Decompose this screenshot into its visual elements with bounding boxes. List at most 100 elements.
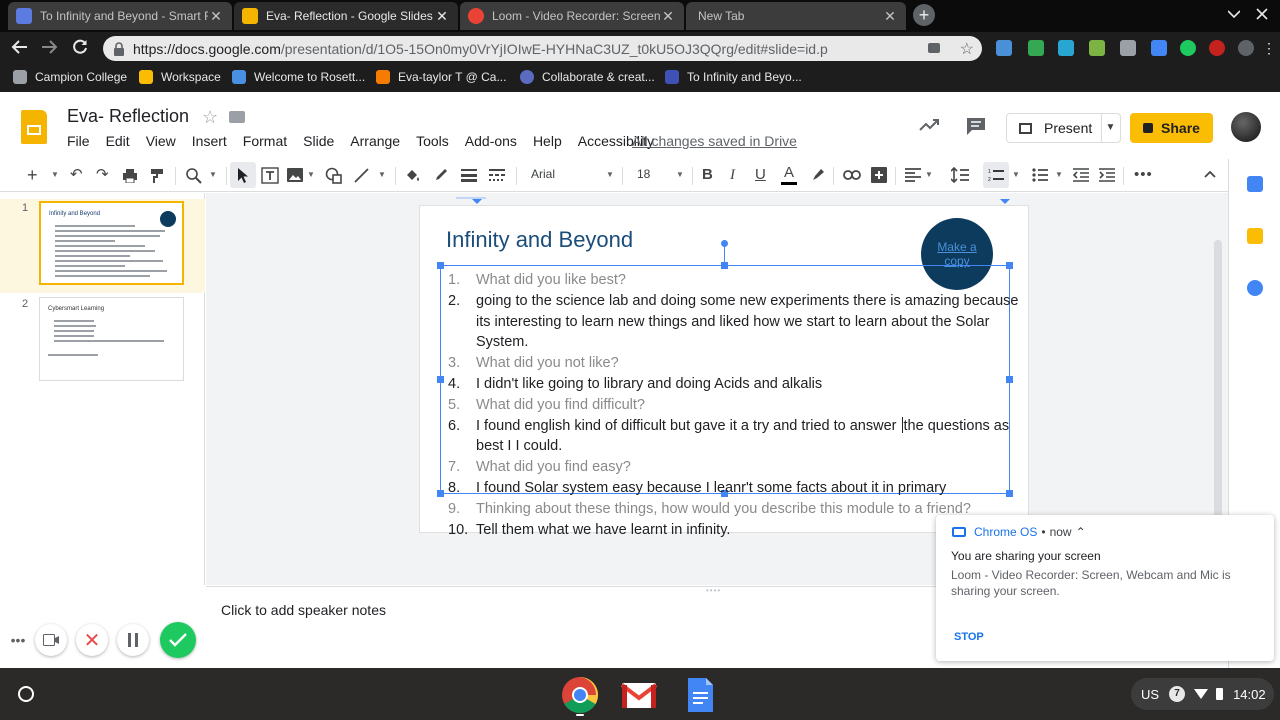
bookmark-workspace[interactable]: Workspace [139,70,221,84]
browser-tab-google-slides[interactable]: Eva- Reflection - Google Slides ✕ [234,2,458,30]
browser-tab-loom[interactable]: Loom - Video Recorder: Screen, ✕ [460,2,684,30]
line-icon[interactable] [354,168,369,183]
gmail-icon[interactable] [620,676,658,714]
menu-view[interactable]: View [146,133,176,149]
align-left-icon[interactable] [905,168,921,182]
font-size-dropdown-icon[interactable]: ▼ [676,170,684,179]
back-arrow-icon[interactable] [10,38,30,58]
menu-slide[interactable]: Slide [303,133,334,149]
menu-help[interactable]: Help [533,133,562,149]
share-button[interactable]: Share [1130,113,1213,143]
extension-icon[interactable] [1028,40,1044,56]
calendar-icon[interactable] [1247,176,1263,192]
loom-extension-icon[interactable] [1180,40,1196,56]
slide-thumbnail-1[interactable]: Infinity and Beyond [39,201,184,285]
minimize-window-icon[interactable] [1228,10,1240,18]
line-spacing-icon[interactable] [951,167,969,183]
profile-icon[interactable] [1238,40,1254,56]
close-tab-icon[interactable]: ✕ [434,8,450,25]
loom-pause-icon[interactable] [117,624,149,656]
speaker-notes-placeholder[interactable]: Click to add speaker notes [221,602,386,618]
zoom-icon[interactable] [186,168,202,184]
close-window-icon[interactable] [1256,8,1268,20]
italic-icon[interactable]: I [730,166,735,184]
zoom-dropdown-icon[interactable]: ▼ [209,170,217,179]
menu-arrange[interactable]: Arrange [350,133,400,149]
browser-tab-new-tab[interactable]: New Tab ✕ [686,2,906,30]
new-slide-plus-icon[interactable]: + [27,166,38,184]
font-family-select[interactable]: Arial [531,167,555,181]
browser-tab-smart-notebook[interactable]: To Infinity and Beyond - Smart F ✕ [8,2,232,30]
bookmark-rosetta[interactable]: Welcome to Rosett... [232,70,365,84]
tasks-icon[interactable] [1247,280,1263,296]
numbered-list-dropdown-icon[interactable]: ▼ [1012,170,1020,179]
status-tray[interactable]: US 7 14:02 [1131,678,1274,710]
bookmark-campion-college[interactable]: Campion College [13,70,127,84]
bulleted-list-dropdown-icon[interactable]: ▼ [1055,170,1063,179]
slide-title[interactable]: Infinity and Beyond [446,227,633,253]
text-box-icon[interactable] [261,167,279,184]
present-button[interactable]: Present [1006,113,1102,143]
slide-thumbnail-2[interactable]: Cybersmart Learning [39,297,184,381]
numbered-list-icon[interactable]: 12 [988,168,1004,182]
extension-icon[interactable] [1151,40,1167,56]
highlight-color-icon[interactable] [810,167,826,183]
bookmark-to-infinity[interactable]: To Infinity and Beyo... [665,70,802,84]
google-slides-logo-icon[interactable] [21,110,47,144]
resize-handle-top-left[interactable] [437,262,444,269]
resize-handle-top[interactable] [721,262,728,269]
stop-sharing-button[interactable]: STOP [954,631,984,643]
loom-delete-recording-icon[interactable]: ✕ [76,624,108,656]
canvas-scrollbar[interactable] [1214,240,1222,530]
menu-tools[interactable]: Tools [416,133,449,149]
google-docs-icon[interactable] [681,676,719,714]
loom-finish-recording-icon[interactable] [160,622,196,658]
present-options-dropdown[interactable]: ▼ [1101,113,1121,143]
browser-menu-icon[interactable]: ⋮ [1262,40,1276,56]
line-dropdown-icon[interactable]: ▼ [378,170,386,179]
new-tab-button[interactable]: + [913,4,935,26]
print-icon[interactable] [122,168,138,183]
shape-icon[interactable] [325,167,342,184]
rotation-handle[interactable] [721,240,728,247]
new-slide-dropdown-icon[interactable]: ▼ [51,170,59,179]
collapse-toolbar-icon[interactable] [1204,170,1216,178]
more-options-icon[interactable]: ••• [1134,166,1153,184]
menu-format[interactable]: Format [243,133,287,149]
forward-arrow-icon[interactable] [39,38,59,58]
address-bar[interactable]: https://docs.google.com/presentation/d/1… [103,36,982,61]
underline-icon[interactable]: U [755,166,766,184]
font-size-select[interactable]: 18 [637,167,650,181]
extension-icon[interactable] [996,40,1012,56]
reflection-list[interactable]: 1. What did you like best? 2. going to th… [440,270,1020,540]
keep-icon[interactable] [1247,228,1263,244]
menu-insert[interactable]: Insert [192,133,227,149]
bookmark-star-icon[interactable]: ☆ [960,39,974,59]
text-color-icon[interactable]: A [781,164,797,185]
save-status-link[interactable]: All changes saved in Drive [632,133,797,149]
activity-dashboard-icon[interactable] [919,115,939,135]
insert-image-icon[interactable] [287,168,303,182]
reload-icon[interactable] [70,38,90,58]
image-dropdown-icon[interactable]: ▼ [307,170,315,179]
menu-edit[interactable]: Edit [106,133,130,149]
expand-chevron-icon[interactable]: ⌃ [1076,525,1086,539]
notes-resize-grip-icon[interactable]: •••• [706,586,721,595]
loom-more-options-icon[interactable]: ••• [4,624,32,656]
close-tab-icon[interactable]: ✕ [208,8,224,25]
menu-file[interactable]: File [67,133,90,149]
star-icon[interactable]: ☆ [202,107,218,128]
camera-in-use-icon[interactable] [928,43,940,53]
launcher-icon[interactable] [18,686,34,702]
recording-extension-icon[interactable] [1209,40,1225,56]
resize-handle-top-right[interactable] [1006,262,1013,269]
bold-icon[interactable]: B [702,166,713,184]
chrome-browser-icon[interactable] [561,676,599,714]
account-avatar[interactable] [1231,112,1261,142]
loom-camera-toggle-icon[interactable] [35,624,67,656]
redo-icon[interactable]: ↷ [96,166,109,184]
extension-icon[interactable] [1058,40,1074,56]
border-color-icon[interactable] [434,167,449,182]
font-dropdown-icon[interactable]: ▼ [606,170,614,179]
bulleted-list-icon[interactable] [1032,168,1048,182]
